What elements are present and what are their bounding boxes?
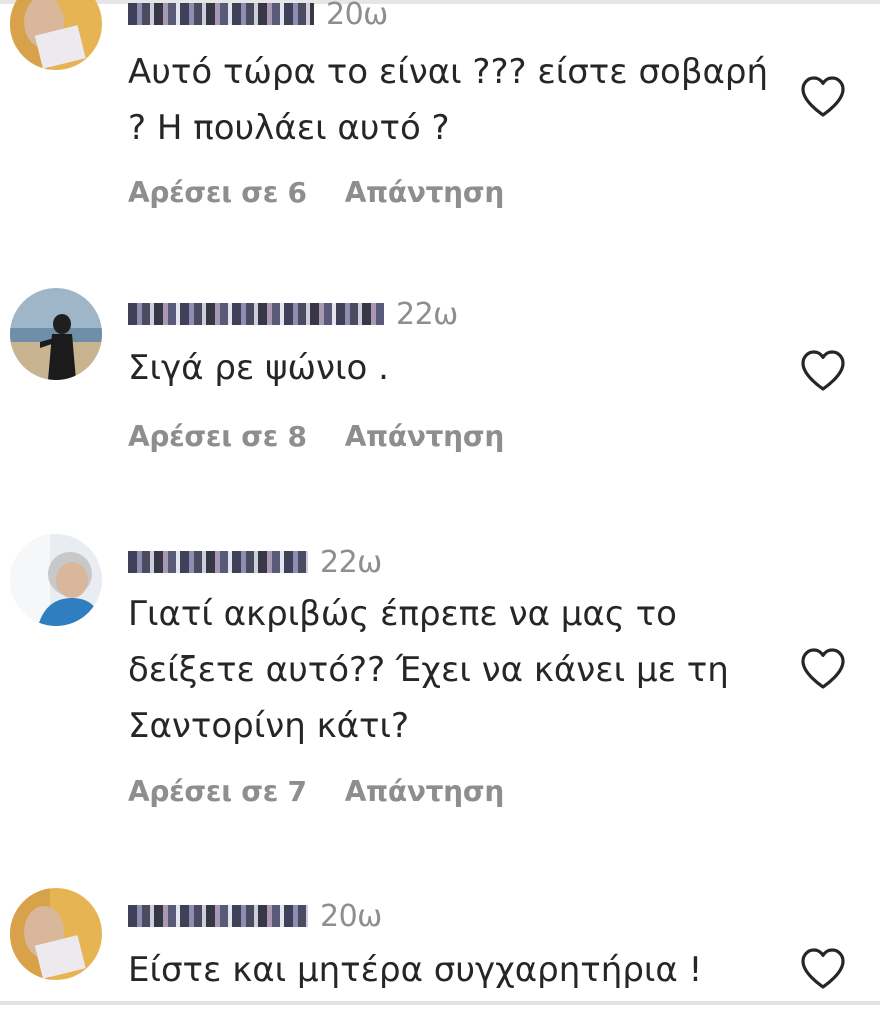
- comment-time: 22ω: [396, 296, 458, 332]
- like-count[interactable]: Αρέσει σε 7: [128, 775, 307, 808]
- username-row: 20ω: [128, 0, 388, 34]
- heart-outline-icon[interactable]: [799, 946, 847, 990]
- comment-actions: Αρέσει σε 8 Απάντηση: [128, 420, 504, 453]
- reply-button[interactable]: Απάντηση: [345, 420, 505, 453]
- reply-button[interactable]: Απάντηση: [345, 775, 505, 808]
- user-avatar[interactable]: [10, 288, 102, 380]
- comment-text: Είστε και μητέρα συγχαρητήρια !: [128, 950, 703, 990]
- user-avatar[interactable]: [10, 888, 102, 980]
- comment-time: 20ω: [320, 898, 382, 934]
- reply-button[interactable]: Απάντηση: [345, 176, 505, 209]
- user-avatar[interactable]: [10, 534, 102, 626]
- comment-time: 20ω: [326, 0, 388, 32]
- heart-outline-icon[interactable]: [799, 646, 847, 690]
- heart-outline-icon[interactable]: [799, 348, 847, 392]
- comment-actions: Αρέσει σε 6 Απάντηση: [128, 176, 504, 209]
- username-redacted[interactable]: [128, 551, 308, 573]
- username-redacted[interactable]: [128, 3, 314, 25]
- comment-text: Γιατί ακριβώς έπρεπε να μας το δείξετε α…: [128, 594, 729, 746]
- username-redacted[interactable]: [128, 905, 308, 927]
- user-avatar[interactable]: [10, 0, 102, 70]
- comment-actions: Αρέσει σε 7 Απάντηση: [128, 775, 504, 808]
- username-row: 22ω: [128, 542, 382, 582]
- comment-time: 22ω: [320, 544, 382, 580]
- like-count[interactable]: Αρέσει σε 8: [128, 420, 307, 453]
- heart-outline-icon[interactable]: [799, 74, 847, 118]
- like-count[interactable]: Αρέσει σε 6: [128, 176, 307, 209]
- username-redacted[interactable]: [128, 303, 384, 325]
- bottom-divider: [0, 1001, 880, 1005]
- username-row: 20ω: [128, 896, 382, 936]
- comment-text: Αυτό τώρα το είναι ??? είστε σοβαρή ? Η …: [128, 52, 769, 148]
- comment-text: Σιγά ρε ψώνιο .: [128, 348, 389, 388]
- username-row: 22ω: [128, 294, 458, 334]
